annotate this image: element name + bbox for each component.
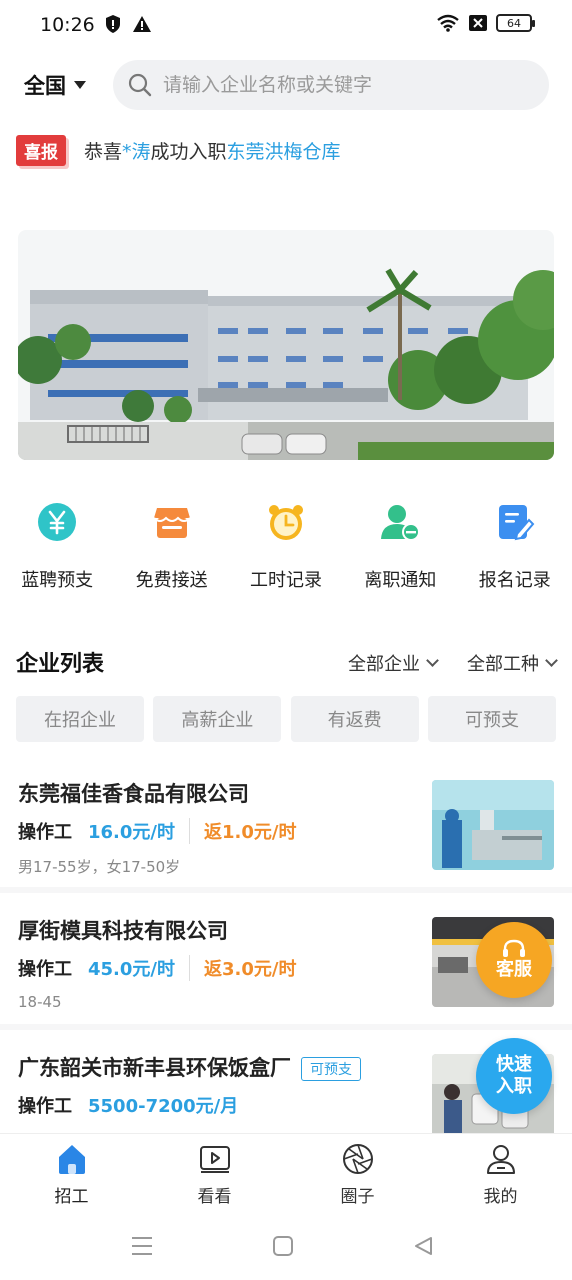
top-bar: 全国 [0, 60, 572, 110]
job-rebate: 返1.0元/时 [204, 822, 297, 843]
company-name: 东莞福佳香食品有限公司 [18, 782, 249, 806]
user-remove-icon [378, 500, 422, 544]
func-label: 工时记录 [249, 570, 322, 591]
search-input[interactable] [163, 74, 523, 96]
func-prepay[interactable]: 蓝聘预支 [0, 500, 114, 600]
quick-tags: 在招企业 高薪企业 有返费 可预支 [16, 696, 556, 742]
job-pay: 45.0元/时 [88, 959, 175, 980]
job-type: 操作工 [18, 959, 72, 980]
job-requirement: 男17-55岁，女17-50岁 [18, 858, 181, 876]
func-shuttle[interactable]: 免费接送 [114, 500, 228, 600]
tab-label: 我的 [483, 1187, 518, 1207]
home-icon [58, 1145, 85, 1174]
job-requirement: 18-45 [18, 993, 62, 1011]
func-label: 免费接送 [135, 570, 208, 591]
func-label: 离职通知 [364, 570, 437, 591]
wifi-icon [437, 14, 459, 32]
system-nav-bar [0, 1213, 572, 1280]
job-type: 操作工 [18, 822, 72, 843]
status-bar: 10:26 64 [0, 0, 572, 52]
function-menu: 蓝聘预支 免费接送 工时记录 离职通知 报名记录 [0, 500, 572, 600]
factory-photo [18, 230, 554, 460]
tag-hiring[interactable]: 在招企业 [16, 696, 144, 742]
yen-icon [35, 500, 79, 544]
tab-watch[interactable]: 看看 [143, 1134, 286, 1213]
tab-circle[interactable]: 圈子 [286, 1134, 429, 1213]
region-label: 全国 [24, 74, 66, 98]
search-icon [128, 73, 152, 97]
ticker-text: 恭喜*涛成功入职东莞洪梅仓库 [84, 140, 341, 163]
back-icon[interactable] [412, 1235, 434, 1257]
company-photo [432, 780, 554, 870]
list-filters: 全部企业 全部工种 [348, 650, 558, 676]
quick-join-line2: 入职 [496, 1076, 532, 1097]
chevron-down-icon [545, 654, 558, 667]
quick-join-line1: 快速 [496, 1054, 532, 1076]
tag-prepay[interactable]: 可预支 [427, 696, 556, 742]
warning-icon [133, 16, 151, 32]
home-square-icon[interactable] [272, 1235, 294, 1257]
tag-rebate[interactable]: 有返费 [290, 696, 419, 742]
status-time: 10:26 [40, 14, 95, 36]
search-bar[interactable] [113, 60, 549, 110]
filter-company-dropdown[interactable]: 全部企业 [348, 650, 439, 676]
tab-label: 招工 [54, 1187, 89, 1207]
video-icon [199, 1146, 230, 1173]
quick-join-button[interactable]: 快速 入职 [476, 1038, 552, 1114]
tab-recruit[interactable]: 招工 [0, 1134, 143, 1213]
shield-alert-icon [106, 15, 120, 33]
tab-label: 看看 [197, 1187, 232, 1207]
func-signup-record[interactable]: 报名记录 [458, 500, 572, 600]
divider [189, 818, 190, 844]
region-selector[interactable]: 全国 [24, 70, 86, 100]
divider [189, 955, 190, 981]
customer-service-button[interactable]: 客服 [476, 922, 552, 998]
service-label: 客服 [496, 959, 532, 981]
user-icon [486, 1145, 515, 1174]
func-hours[interactable]: 工时记录 [229, 500, 343, 600]
tag-high-pay[interactable]: 高薪企业 [153, 696, 282, 742]
good-news-badge: 喜报 [16, 134, 66, 166]
func-label: 蓝聘预支 [21, 570, 94, 591]
tab-label: 圈子 [340, 1187, 375, 1207]
sim-x-icon [469, 15, 487, 31]
filter-job-dropdown[interactable]: 全部工种 [467, 650, 558, 676]
headset-icon [503, 940, 525, 958]
job-pay: 5500-7200元/月 [88, 1096, 239, 1117]
company-name: 广东韶关市新丰县环保饭盒厂 可预支 [18, 1052, 361, 1082]
aperture-icon [342, 1144, 373, 1174]
bottom-tab-bar: 招工 看看 圈子 我的 [0, 1133, 572, 1213]
edit-doc-icon [493, 500, 537, 544]
battery-icon: 64 [496, 14, 535, 32]
job-type: 操作工 [18, 1096, 72, 1117]
func-resign[interactable]: 离职通知 [343, 500, 457, 600]
alarm-clock-icon [264, 500, 308, 544]
job-pay: 16.0元/时 [88, 822, 175, 843]
prepay-badge: 可预支 [301, 1057, 361, 1081]
job-rebate: 返3.0元/时 [204, 959, 297, 980]
company-name: 厚街模具科技有限公司 [18, 919, 228, 943]
section-title: 企业列表 [16, 652, 105, 677]
chevron-down-icon [426, 654, 439, 667]
menu-icon[interactable] [130, 1235, 154, 1257]
tab-mine[interactable]: 我的 [429, 1134, 572, 1213]
func-label: 报名记录 [478, 570, 551, 591]
caret-down-icon [74, 81, 86, 89]
banner-image[interactable] [18, 230, 554, 460]
shop-icon [150, 500, 194, 544]
news-ticker[interactable]: 喜报 恭喜*涛成功入职东莞洪梅仓库 [16, 134, 341, 166]
company-card[interactable]: 东莞福佳香食品有限公司 操作工 16.0元/时 返1.0元/时 男17-55岁，… [0, 756, 572, 893]
